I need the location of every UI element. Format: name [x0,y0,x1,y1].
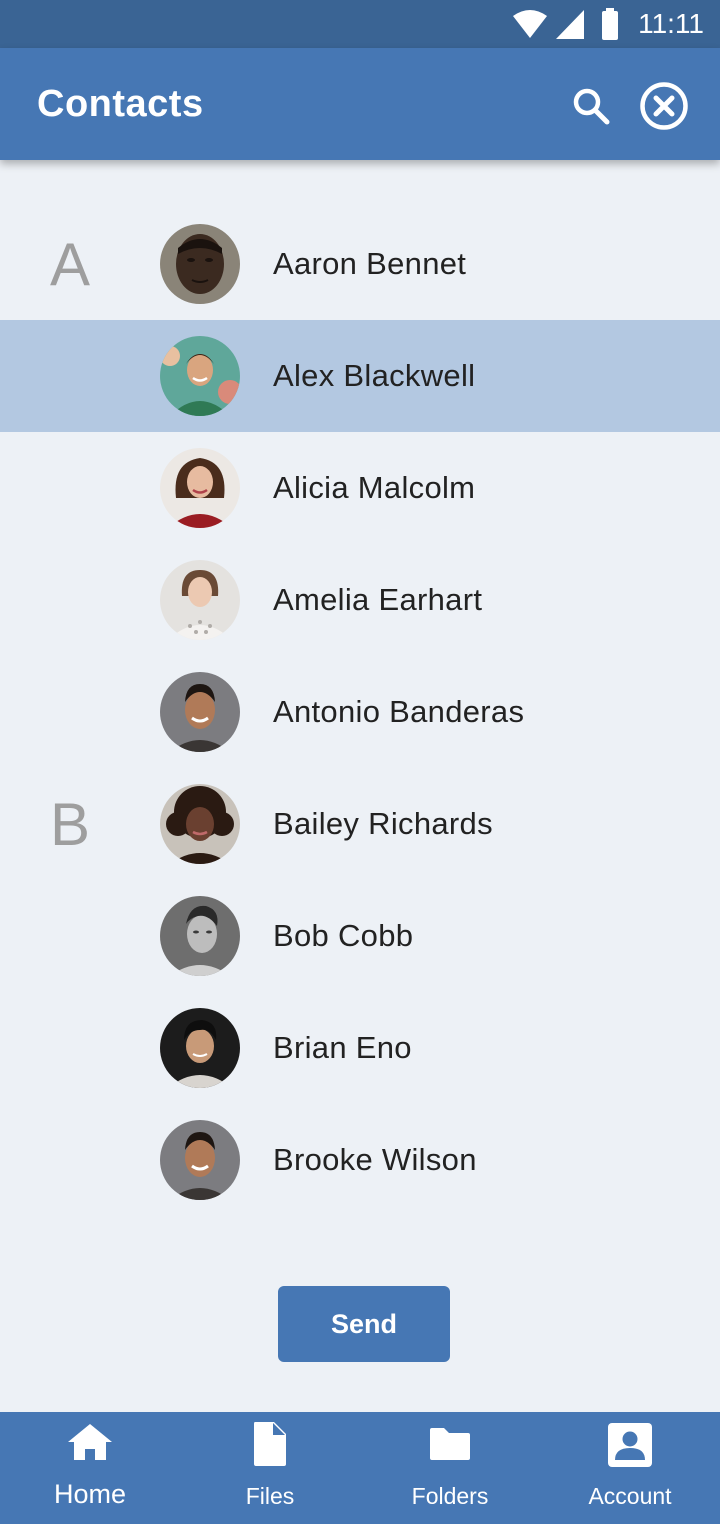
page-title: Contacts [37,83,204,125]
nav-label-folders: Folders [411,1483,489,1509]
contact-row-amelia-earhart[interactable]: Amelia Earhart [0,544,720,656]
nav-item-folders[interactable]: Folders [360,1412,540,1524]
app-bar: Contacts [0,48,720,160]
file-icon [254,1422,286,1466]
avatar [160,784,240,864]
contact-name: Brian Eno [273,1030,412,1065]
contact-name: Brooke Wilson [273,1142,477,1177]
nav-item-files[interactable]: Files [180,1412,360,1524]
contact-name: Bailey Richards [273,806,493,841]
contact-row-bailey-richards[interactable]: B Bailey Richards [0,768,720,880]
account-icon [608,1423,652,1467]
bottom-nav: Home Files Folders Account [0,1412,720,1524]
nav-label-files: Files [245,1483,295,1509]
avatar [160,1008,240,1088]
contact-name: Antonio Banderas [273,694,525,729]
avatar [160,1120,240,1200]
status-bar: 11:11 [0,0,720,48]
contact-row-alex-blackwell[interactable]: Alex Blackwell [0,320,720,432]
contact-row-brooke-wilson[interactable]: Brooke Wilson [0,1104,720,1216]
avatar [160,896,240,976]
avatar [160,448,240,528]
contact-name: Alex Blackwell [273,358,476,393]
contact-row-alicia-malcolm[interactable]: Alicia Malcolm [0,432,720,544]
contact-name: Amelia Earhart [273,582,483,617]
section-letter-b: B [50,791,91,858]
contact-name: Alicia Malcolm [273,470,476,505]
contact-row-brian-eno[interactable]: Brian Eno [0,992,720,1104]
avatar [160,672,240,752]
battery-icon [602,8,618,40]
send-button[interactable]: Send [278,1286,450,1362]
contact-name: Aaron Bennet [273,246,467,281]
section-letter-a: A [50,231,91,298]
contact-list: A Aaron Bennet Alex Blackwell Alicia Mal… [0,208,720,1216]
close-circle-icon[interactable] [639,81,689,131]
contact-name: Bob Cobb [273,918,414,953]
contact-row-bob-cobb[interactable]: Bob Cobb [0,880,720,992]
search-icon[interactable] [571,86,611,126]
nav-label-account: Account [588,1483,672,1509]
status-time: 11:11 [638,8,704,39]
home-icon [68,1424,112,1460]
avatar [160,560,240,640]
avatar [160,224,240,304]
folder-icon [430,1428,470,1460]
nav-item-home[interactable]: Home [0,1412,180,1524]
contact-row-aaron-bennet[interactable]: A Aaron Bennet [0,208,720,320]
contact-row-antonio-banderas[interactable]: Antonio Banderas [0,656,720,768]
nav-item-account[interactable]: Account [540,1412,720,1524]
avatar [160,336,240,416]
cell-signal-icon [556,10,584,39]
nav-label-home: Home [53,1479,127,1509]
wifi-icon [513,10,547,38]
